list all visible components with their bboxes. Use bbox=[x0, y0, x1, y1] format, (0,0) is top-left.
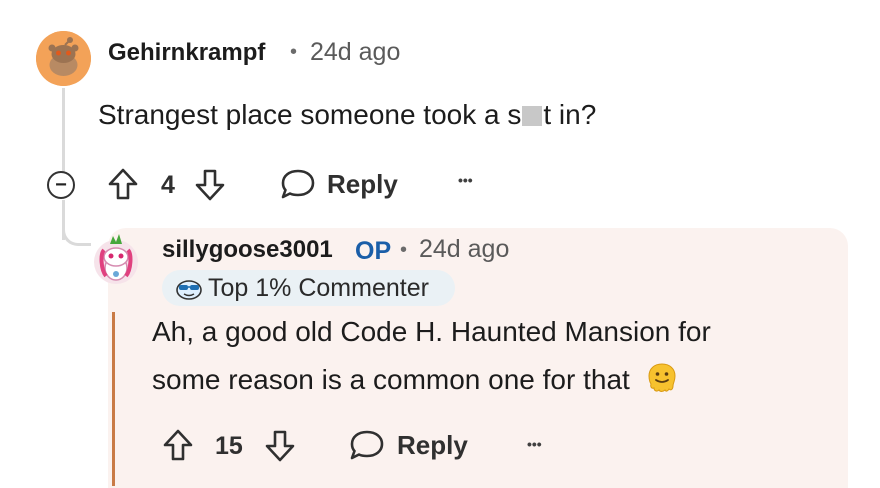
censor-blur bbox=[522, 106, 543, 126]
reply-username[interactable]: sillygoose3001 bbox=[162, 236, 333, 264]
reply-downvote-button[interactable] bbox=[264, 429, 296, 463]
upvote-arrow-icon bbox=[108, 168, 138, 200]
comment-body-text-start: Strangest place someone took a s bbox=[98, 99, 522, 130]
reply-label: Reply bbox=[327, 168, 398, 199]
reply-more-options-button[interactable]: ••• bbox=[527, 436, 542, 452]
reply-avatar[interactable] bbox=[92, 230, 140, 288]
downvote-arrow-icon bbox=[195, 169, 225, 201]
top-commenter-badge[interactable]: Top 1% Commenter bbox=[162, 270, 455, 306]
collapse-label: − bbox=[55, 174, 67, 196]
reply-body-line-2-text: some reason is a common one for that bbox=[152, 364, 630, 395]
reply-reply-button[interactable]: Reply bbox=[348, 428, 468, 462]
comment-timestamp[interactable]: 24d ago bbox=[310, 38, 400, 67]
vote-count: 4 bbox=[161, 171, 175, 199]
reply-upvote-button[interactable] bbox=[162, 428, 194, 462]
sunglasses-snoo-icon bbox=[176, 280, 202, 300]
badge-label: Top 1% Commenter bbox=[208, 273, 429, 302]
separator-dot: • bbox=[290, 41, 298, 63]
comment-username[interactable]: Gehirnkrampf bbox=[108, 39, 265, 67]
speech-bubble-icon bbox=[350, 430, 384, 460]
reply-timestamp[interactable]: 24d ago bbox=[419, 235, 509, 264]
downvote-button[interactable] bbox=[194, 168, 226, 202]
reply-body-line-2: some reason is a common one for that bbox=[152, 361, 678, 396]
comment-body: Strangest place someone took a s t in? bbox=[98, 99, 596, 131]
more-options-button[interactable]: ••• bbox=[458, 172, 473, 188]
thread-line-vertical bbox=[62, 88, 65, 173]
reply-label: Reply bbox=[397, 429, 468, 460]
upvote-arrow-icon bbox=[163, 429, 193, 461]
downvote-arrow-icon bbox=[265, 430, 295, 462]
separator-dot: • bbox=[400, 239, 408, 261]
collapse-thread-button[interactable]: − bbox=[47, 171, 75, 199]
reply-vote-count: 15 bbox=[215, 432, 243, 460]
melting-face-emoji-icon bbox=[648, 363, 676, 392]
speech-bubble-icon bbox=[281, 169, 315, 199]
snoo-avatar-icon bbox=[94, 234, 138, 284]
reply-button[interactable]: Reply bbox=[279, 167, 398, 201]
avatar[interactable] bbox=[36, 31, 91, 86]
thread-line-curve bbox=[62, 215, 91, 246]
comment-body-text-end: t in? bbox=[543, 99, 597, 130]
upvote-button[interactable] bbox=[107, 167, 139, 201]
snoo-avatar-icon bbox=[36, 31, 91, 86]
op-badge: OP bbox=[355, 237, 392, 265]
reply-body-line-1: Ah, a good old Code H. Haunted Mansion f… bbox=[152, 316, 711, 347]
reply-accent-line bbox=[112, 312, 115, 486]
